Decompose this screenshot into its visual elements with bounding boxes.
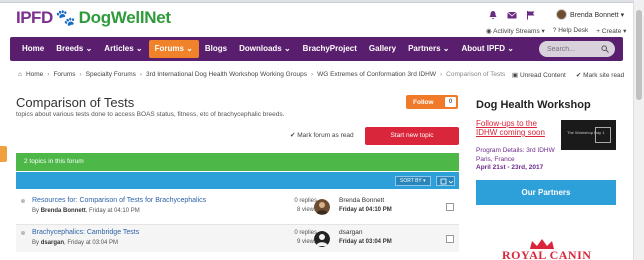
workshop-dates: April 21st - 23rd, 2017 <box>476 164 544 171</box>
reply-count: 0 replies <box>294 198 317 204</box>
view-count: 9 views <box>296 239 317 245</box>
main-nav: Home Breeds ⌄ Articles ⌄ Forums ⌄ Blogs … <box>10 37 623 61</box>
search-icon[interactable] <box>601 45 609 53</box>
view-count: 8 views <box>296 207 317 213</box>
topic-author-link[interactable]: dsargan <box>41 240 64 246</box>
table-row[interactable]: Resources for: Comparison of Tests for B… <box>16 193 459 221</box>
table-row[interactable]: Brachycephalics: Cambridge Tests By dsar… <box>16 224 459 252</box>
last-poster-name[interactable]: Brenda Bonnett <box>339 197 384 204</box>
program-details[interactable]: Program Details: 3rd IDHW Paris, France <box>476 147 566 164</box>
page-title: Comparison of Tests <box>16 95 135 110</box>
row-checkbox[interactable] <box>446 235 454 243</box>
nav-downloads[interactable]: Downloads ⌄ <box>233 40 297 58</box>
follow-count: 0 <box>445 97 456 107</box>
top-links: ◉ Activity Streams ▾ ? Help Desk + Creat… <box>486 27 626 35</box>
breadcrumb-separator: › <box>79 71 82 78</box>
breadcrumb-separator: › <box>310 71 314 78</box>
logo-ipfd-text: IPFD <box>16 8 53 27</box>
topic-title-link[interactable]: Resources for: Comparison of Tests for B… <box>32 197 206 204</box>
breadcrumb-current: Comparison of Tests <box>446 71 506 78</box>
topic-stats: 0 replies 9 views <box>271 229 317 247</box>
scrollbar[interactable] <box>633 0 644 260</box>
breadcrumb-forums[interactable]: Forums <box>53 71 75 78</box>
nav-forums[interactable]: Forums ⌄ <box>148 40 199 58</box>
royal-canin-logo[interactable]: ROYAL CANIN <box>502 248 591 260</box>
avatar[interactable] <box>314 231 330 247</box>
paw-icon: 🐾 <box>55 10 76 27</box>
reply-count: 0 replies <box>294 230 317 236</box>
our-partners-banner[interactable]: Our Partners <box>476 180 616 205</box>
forum-description: topics about various tests done to acces… <box>16 111 285 118</box>
breadcrumb: ⌂ Home › Forums › Specialty Forums › 3rd… <box>18 71 505 78</box>
activity-streams-link[interactable]: ◉ Activity Streams ▾ <box>486 27 545 35</box>
last-poster-name[interactable]: dsargan <box>339 229 363 236</box>
unread-content-link[interactable]: ▣ Unread Content <box>512 71 566 79</box>
site-actions: ▣ Unread Content ✔ Mark site read <box>512 71 624 79</box>
top-icons <box>488 10 536 20</box>
breadcrumb-specialty[interactable]: Specialty Forums <box>86 71 136 78</box>
checkbox-icon <box>440 178 454 185</box>
home-icon: ⌂ <box>18 71 22 78</box>
breadcrumb-wg-extremes[interactable]: WG Extremes of Conformation 3rd IDHW <box>317 71 436 78</box>
nav-blogs[interactable]: Blogs <box>199 40 233 58</box>
workshop-image[interactable]: The Workshop Day 1 <box>561 120 616 150</box>
sort-by-button[interactable]: SORT BY ▾ <box>395 176 431 186</box>
topic-author-link[interactable]: Brenda Bonnett <box>41 208 86 214</box>
last-post-date[interactable]: Friday at 03:04 PM <box>339 239 392 245</box>
idhw-followup-link[interactable]: Follow-ups to the IDHW coming soon <box>476 119 560 137</box>
avatar <box>556 9 567 20</box>
scrollbar-thumb[interactable] <box>636 10 642 100</box>
nav-partners[interactable]: Partners ⌄ <box>402 40 455 58</box>
side-drawer-tab[interactable] <box>0 146 7 162</box>
unread-icon: ▣ <box>512 72 520 79</box>
logo-mark-icon <box>595 127 611 143</box>
breadcrumb-separator: › <box>139 71 143 78</box>
mail-icon[interactable] <box>507 10 517 20</box>
browser-edge <box>0 0 644 3</box>
breadcrumb-home[interactable]: Home <box>26 71 43 78</box>
user-menu[interactable]: Brenda Bonnett ▾ <box>556 9 624 20</box>
topic-stats: 0 replies 8 views <box>271 197 317 215</box>
create-menu[interactable]: + Create ▾ <box>596 27 626 35</box>
sidebar-title: Dog Health Workshop <box>476 99 591 111</box>
topic-title-link[interactable]: Brachycephalics: Cambridge Tests <box>32 229 139 236</box>
bell-icon[interactable] <box>488 10 498 20</box>
start-new-topic-button[interactable]: Start new topic <box>365 127 459 145</box>
topic-byline: By dsargan, Friday at 03:04 PM <box>32 240 119 246</box>
mark-site-read-link[interactable]: ✔ Mark site read <box>576 71 624 79</box>
follow-label: Follow <box>413 98 434 106</box>
nav-home[interactable]: Home <box>16 40 50 58</box>
mark-forum-read-link[interactable]: ✔ Mark forum as read <box>290 131 354 139</box>
star-icon <box>21 231 25 235</box>
user-name: Brenda Bonnett ▾ <box>570 11 625 19</box>
row-checkbox[interactable] <box>446 203 454 211</box>
last-post-date[interactable]: Friday at 04:10 PM <box>339 207 392 213</box>
breadcrumb-idhw-groups[interactable]: 3rd International Dog Health Workshop Wo… <box>146 71 307 78</box>
nav-articles[interactable]: Articles ⌄ <box>98 40 148 58</box>
filter-bar <box>16 172 459 189</box>
flag-icon[interactable] <box>526 10 536 20</box>
nav-gallery[interactable]: Gallery <box>363 40 402 58</box>
nav-brachyproject[interactable]: BrachyProject <box>297 40 363 58</box>
select-options-button[interactable] <box>436 176 455 186</box>
nav-about[interactable]: About IPFD ⌄ <box>455 40 519 58</box>
help-desk-link[interactable]: ? Help Desk <box>553 27 588 35</box>
nav-breeds[interactable]: Breeds ⌄ <box>50 40 98 58</box>
breadcrumb-separator: › <box>47 71 50 78</box>
star-icon <box>21 199 25 203</box>
follow-button[interactable]: Follow 0 <box>406 95 458 109</box>
site-logo[interactable]: IPFD 🐾 DogWellNet <box>16 5 171 31</box>
topics-count-bar: 2 topics in this forum <box>16 153 459 171</box>
logo-dogwellnet-text: DogWellNet <box>78 8 171 27</box>
topic-byline: By Brenda Bonnett, Friday at 04:10 PM <box>32 208 140 214</box>
breadcrumb-separator: › <box>439 71 443 78</box>
avatar[interactable] <box>314 199 330 215</box>
